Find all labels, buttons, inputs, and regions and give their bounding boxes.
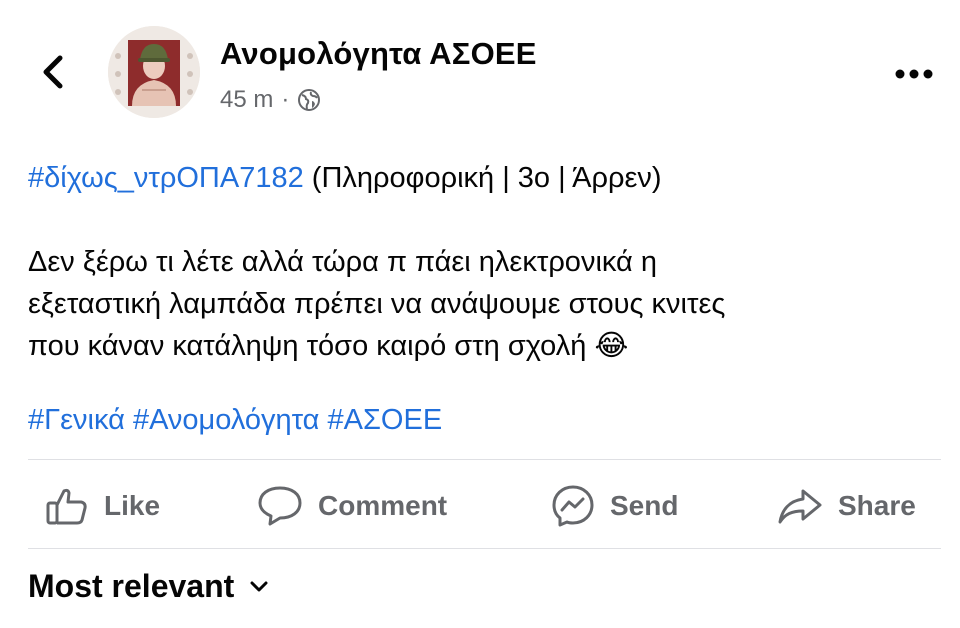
divider <box>28 548 941 549</box>
post-meta: 45 m · <box>220 86 321 114</box>
share-button[interactable]: Share <box>776 478 916 534</box>
post-hashtag-id[interactable]: #δίχως_ντρΟΠΑ7182 <box>28 162 304 194</box>
post-body-text: που κάναν κατάληψη τόσο καιρό στη σχολή <box>28 330 587 362</box>
send-label: Send <box>610 490 679 521</box>
post-body-line: που κάναν κατάληψη τόσο καιρό στη σχολή … <box>28 326 628 366</box>
comment-button[interactable]: Comment <box>256 478 447 534</box>
send-button[interactable]: Send <box>550 478 678 534</box>
divider <box>28 459 941 460</box>
chevron-down-icon <box>250 581 268 591</box>
post-header-line: #δίχως_ντρΟΠΑ7182 (Πληροφορική | 3ο | Άρ… <box>28 158 662 198</box>
thumbs-up-icon <box>46 488 87 525</box>
laughing-emoji: 😂 <box>594 330 629 362</box>
sort-label: Most relevant <box>28 568 235 604</box>
page-name[interactable]: Ανομολόγητα ΑΣΟΕΕ <box>220 36 537 72</box>
meta-separator: · <box>281 86 290 113</box>
post-timestamp[interactable]: 45 m <box>220 86 273 114</box>
comment-sort-dropdown[interactable]: Most relevant <box>28 568 270 605</box>
comment-label: Comment <box>318 490 448 521</box>
chevron-left-icon <box>43 55 63 89</box>
globe-icon <box>298 89 321 111</box>
like-button[interactable]: Like <box>44 478 160 534</box>
hashtag-link[interactable]: #ΑΣΟΕΕ <box>328 404 443 436</box>
hashtag-link[interactable]: #Γενικά <box>28 404 125 436</box>
post-hashtags: #Γενικά #Ανομολόγητα #ΑΣΟΕΕ <box>28 400 442 440</box>
back-button[interactable] <box>36 48 72 96</box>
post-details: (Πληροφορική | 3ο | Άρρεν) <box>311 162 662 194</box>
more-options-button[interactable] <box>892 60 936 88</box>
page-avatar[interactable] <box>108 26 200 118</box>
more-horizontal-icon <box>895 69 933 79</box>
share-icon <box>778 489 822 524</box>
hashtag-link[interactable]: #Ανομολόγητα <box>133 404 320 436</box>
messenger-icon <box>552 485 594 527</box>
like-label: Like <box>104 490 161 521</box>
post-body-line: Δεν ξέρω τι λέτε αλλά τώρα π πάει ηλεκτρ… <box>28 246 657 278</box>
post-body-line: εξεταστική λαμπάδα πρέπει να ανάψουμε στ… <box>28 288 726 320</box>
comment-icon <box>258 486 302 526</box>
share-label: Share <box>838 490 916 521</box>
